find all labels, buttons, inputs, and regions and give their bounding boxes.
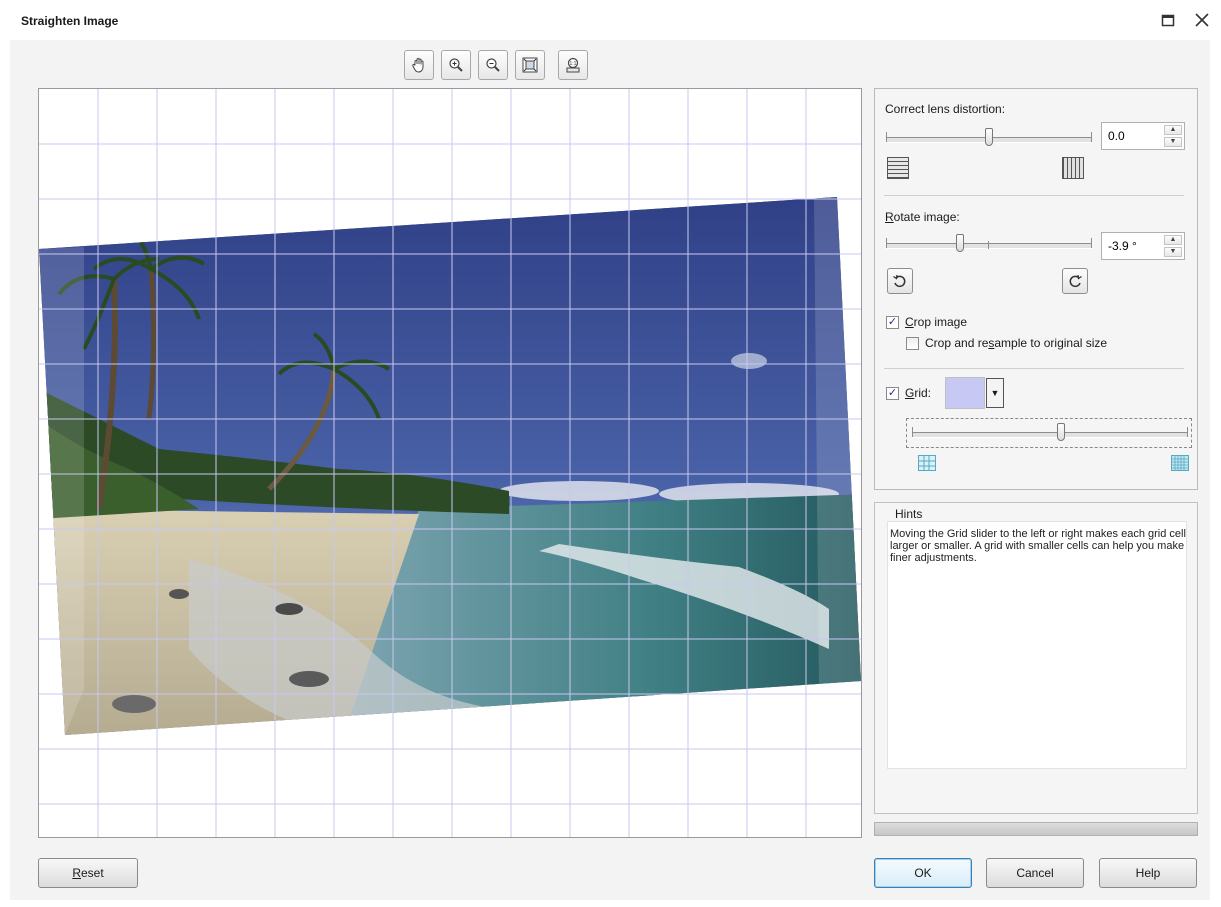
spin-down-icon[interactable]: ▼ bbox=[1164, 137, 1182, 147]
small-grid-icon bbox=[1171, 455, 1189, 471]
zoom-in-tool-button[interactable] bbox=[441, 50, 471, 80]
large-grid-icon bbox=[918, 455, 936, 471]
rotate-image-slider-track[interactable] bbox=[886, 243, 1092, 249]
help-button[interactable]: Help bbox=[1099, 858, 1197, 888]
lens-distortion-label: Correct lens distortion: bbox=[885, 102, 1006, 116]
slider-tick bbox=[886, 132, 887, 142]
actual-size-tool-button[interactable]: 1:1 bbox=[558, 50, 588, 80]
rotate-clockwise-button[interactable] bbox=[1062, 268, 1088, 294]
spin-down-icon[interactable]: ▼ bbox=[1164, 247, 1182, 257]
rotate-image-spinbox[interactable]: ▲▼ bbox=[1101, 232, 1185, 260]
slider-tick bbox=[1091, 238, 1092, 248]
slider-tick bbox=[988, 241, 989, 249]
close-icon[interactable] bbox=[1190, 8, 1214, 32]
hints-scrollbar[interactable] bbox=[874, 822, 1198, 836]
hints-title: Hints bbox=[895, 507, 923, 521]
crop-image-checkbox[interactable]: ✓ bbox=[886, 316, 899, 329]
divider bbox=[884, 368, 1184, 369]
hints-text: Moving the Grid slider to the left or ri… bbox=[890, 528, 1186, 564]
spin-up-icon[interactable]: ▲ bbox=[1164, 125, 1182, 135]
rotate-image-slider-thumb[interactable] bbox=[956, 234, 964, 252]
grid-color-swatch[interactable] bbox=[945, 377, 985, 409]
zoom-out-tool-button[interactable] bbox=[478, 50, 508, 80]
reset-button[interactable]: Reset bbox=[38, 858, 138, 888]
spin-up-icon[interactable]: ▲ bbox=[1164, 235, 1182, 245]
svg-text:1:1: 1:1 bbox=[570, 61, 577, 67]
preview-canvas[interactable] bbox=[38, 88, 862, 838]
actual-size-icon: 1:1 bbox=[566, 57, 580, 73]
lens-distortion-spinbox[interactable]: ▲▼ bbox=[1101, 122, 1185, 150]
title-bar: Straighten Image bbox=[0, 0, 1221, 40]
straightened-photo-preview bbox=[39, 89, 861, 837]
grid-checkbox[interactable]: ✓ bbox=[886, 387, 899, 400]
grid-label: Grid: bbox=[905, 386, 932, 400]
fit-to-window-tool-button[interactable] bbox=[515, 50, 545, 80]
crop-resample-checkbox[interactable] bbox=[906, 337, 919, 350]
lens-distortion-input[interactable] bbox=[1106, 128, 1164, 144]
divider bbox=[884, 195, 1184, 196]
hand-icon bbox=[412, 58, 424, 73]
grid-size-slider-track[interactable] bbox=[912, 432, 1188, 438]
rotate-counterclockwise-button[interactable] bbox=[887, 268, 913, 294]
rotate-image-label: Rotate image: bbox=[885, 210, 960, 224]
grid-color-dropdown[interactable]: ▼ bbox=[986, 378, 1004, 408]
pincushion-grid-icon bbox=[887, 157, 909, 179]
zoom-in-icon bbox=[449, 58, 463, 72]
zoom-out-icon bbox=[486, 58, 500, 72]
cancel-button[interactable]: Cancel bbox=[986, 858, 1084, 888]
crop-resample-label: Crop and resample to original size bbox=[925, 336, 1108, 350]
chevron-down-icon: ▼ bbox=[990, 388, 1000, 398]
slider-tick bbox=[1091, 132, 1092, 142]
slider-tick bbox=[912, 427, 913, 437]
window-title: Straighten Image bbox=[21, 14, 119, 28]
grid-size-slider-thumb[interactable] bbox=[1057, 423, 1065, 441]
barrel-grid-icon bbox=[1062, 157, 1084, 179]
maximize-icon[interactable] bbox=[1156, 8, 1180, 32]
rotate-image-input[interactable] bbox=[1106, 238, 1164, 254]
slider-tick bbox=[1187, 427, 1188, 437]
rotate-clockwise-icon bbox=[1069, 274, 1082, 288]
ok-button[interactable]: OK bbox=[874, 858, 972, 888]
crop-image-label: Crop image bbox=[905, 315, 968, 329]
rotate-counterclockwise-icon bbox=[893, 274, 906, 288]
fit-window-icon bbox=[522, 57, 538, 73]
lens-distortion-slider-thumb[interactable] bbox=[985, 128, 993, 146]
slider-tick bbox=[886, 238, 887, 248]
pan-tool-button[interactable] bbox=[404, 50, 434, 80]
